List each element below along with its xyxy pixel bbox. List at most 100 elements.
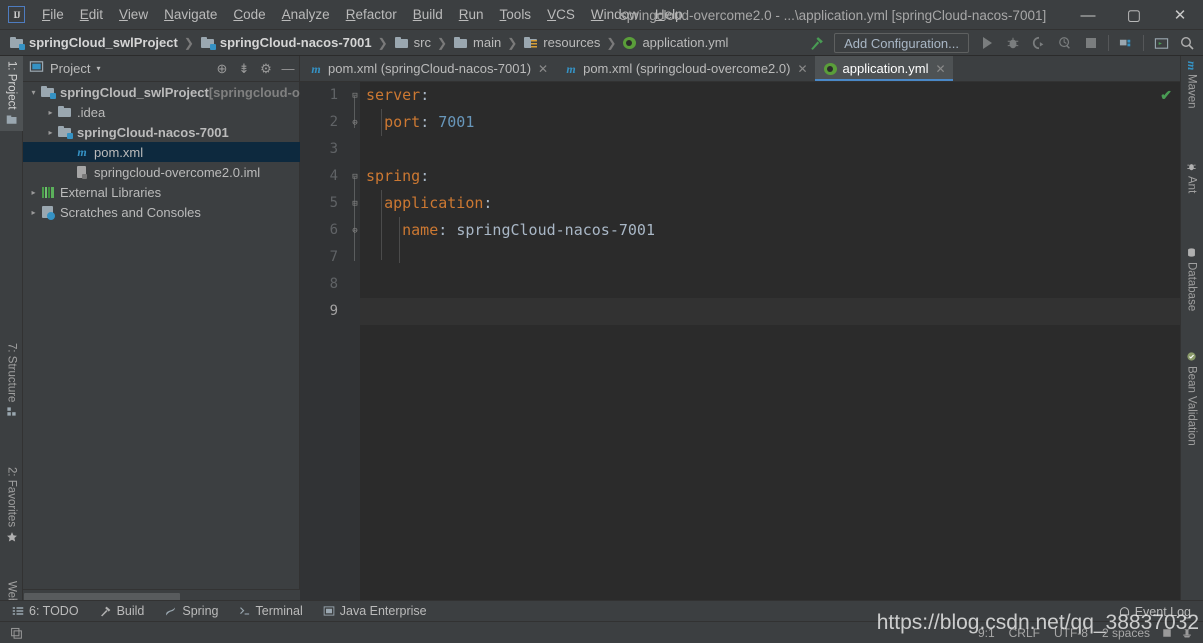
menu-item-navigate[interactable]: Navigate (156, 3, 225, 26)
run-icon[interactable] (975, 32, 999, 54)
module-icon (9, 35, 25, 51)
breadcrumb-item-5[interactable]: application.yml (619, 33, 731, 53)
menu-item-file[interactable]: File (34, 3, 72, 26)
chevron-down-icon[interactable]: ▾ (27, 88, 40, 97)
editor-tab-2[interactable]: application.yml ✕ (814, 56, 953, 81)
bottom-tool-terminal[interactable]: Terminal (231, 602, 311, 620)
tree-node-label: springCloud_swlProject (60, 84, 209, 100)
menu-item-build[interactable]: Build (405, 3, 451, 26)
project-tree[interactable]: ▾ springCloud_swlProject [springcloud-ov ▸… (23, 82, 300, 585)
close-button[interactable]: ✕ (1157, 0, 1203, 30)
bottom-tool-spring[interactable]: Spring (156, 602, 226, 620)
file-encoding[interactable]: UTF-8 (1047, 624, 1095, 642)
debug-icon[interactable] (1001, 32, 1025, 54)
minimize-button[interactable]: — (1065, 0, 1111, 30)
code-folding-marker[interactable]: ⊟ (350, 82, 360, 109)
hide-icon[interactable]: — (277, 58, 299, 80)
maximize-button[interactable]: ▢ (1111, 0, 1157, 30)
tree-node[interactable]: ▸ Scratches and Consoles (23, 202, 300, 222)
left-tool-tab-project[interactable]: 1: Project (0, 56, 23, 131)
indent-setting[interactable]: 2 spaces (1095, 624, 1157, 642)
close-icon[interactable]: ✕ (797, 62, 807, 76)
inspection-status-icon[interactable]: ✔ (1160, 87, 1172, 104)
code-folding-marker[interactable]: ⊟ (350, 163, 360, 190)
database-icon (1186, 247, 1198, 258)
module-icon (57, 124, 73, 140)
code-line[interactable]: port: 7001 (360, 109, 1180, 136)
code-line[interactable] (360, 271, 1180, 298)
bottom-tool-javaenterprise[interactable]: Java Enterprise (315, 602, 435, 620)
tree-node[interactable]: springcloud-overcome2.0.iml (23, 162, 300, 182)
search-everywhere-icon[interactable] (1175, 32, 1199, 54)
close-icon[interactable]: ✕ (538, 62, 548, 76)
menu-item-code[interactable]: Code (225, 3, 273, 26)
locate-icon[interactable]: ⊕ (211, 58, 233, 80)
editor-tab-1[interactable]: m pom.xml (springcloud-overcome2.0) ✕ (555, 56, 814, 81)
close-icon[interactable]: ✕ (936, 62, 946, 76)
line-separator[interactable]: CRLF (1002, 624, 1047, 642)
chevron-right-icon[interactable]: ▸ (27, 208, 40, 217)
code-line[interactable] (360, 244, 1180, 271)
editor-tab-label: pom.xml (springCloud-nacos-7001) (328, 61, 532, 76)
code-content[interactable]: server: port: 7001 spring: application: n… (360, 82, 1180, 603)
bottom-tool-build[interactable]: Build (91, 602, 153, 620)
menu-item-refactor[interactable]: Refactor (338, 3, 405, 26)
read-only-toggle-icon[interactable] (1157, 624, 1177, 642)
terminal-icon[interactable] (1149, 32, 1173, 54)
code-folding-marker[interactable]: ⊟ (350, 190, 360, 217)
tree-node[interactable]: ▸ External Libraries (23, 182, 300, 202)
left-tool-tab-structure[interactable]: 7: Structure (0, 338, 23, 422)
code-line[interactable] (360, 298, 1180, 325)
profiler-icon[interactable] (1053, 32, 1077, 54)
code-line[interactable]: name: springCloud-nacos-7001 (360, 217, 1180, 244)
tree-node[interactable]: ▾ springCloud_swlProject [springcloud-ov (23, 82, 300, 102)
breadcrumb-item-4[interactable]: resources (520, 33, 603, 53)
collapse-all-icon[interactable]: ⇟ (233, 58, 255, 80)
run-with-coverage-icon[interactable] (1027, 32, 1051, 54)
breadcrumb-item-3[interactable]: main (450, 33, 504, 53)
menu-item-edit[interactable]: Edit (72, 3, 111, 26)
line-number: 6 (329, 222, 338, 238)
build-hammer-icon[interactable] (804, 32, 828, 54)
menu-item-analyze[interactable]: Analyze (274, 3, 338, 26)
left-tool-tab-favorites[interactable]: 2: Favorites (0, 462, 23, 548)
menu-item-view[interactable]: View (111, 3, 156, 26)
chevron-right-icon[interactable]: ▸ (27, 188, 40, 197)
editor-gutter[interactable]: 1 ⊟ 2 ⊖ 3 4 ⊟ 5 ⊟ 6 ⊖ 7 8 9 (300, 82, 360, 603)
right-tool-tab-maven[interactable]: m Maven (1180, 56, 1203, 114)
tree-node[interactable]: m pom.xml (23, 142, 300, 162)
code-folding-marker[interactable]: ⊖ (350, 109, 360, 136)
menu-item-tools[interactable]: Tools (492, 3, 540, 26)
project-icon (6, 114, 18, 126)
add-configuration-button[interactable]: Add Configuration... (834, 33, 969, 53)
inspection-profile-icon[interactable] (1177, 624, 1197, 642)
event-log-button[interactable]: Event Log (1114, 603, 1195, 621)
breadcrumb-item-0[interactable]: springCloud_swlProject (6, 33, 181, 53)
menu-item-run[interactable]: Run (451, 3, 492, 26)
breadcrumb-item-2[interactable]: src (391, 33, 434, 53)
toggle-toolbar-icon[interactable] (6, 624, 26, 642)
code-line[interactable]: spring: (360, 163, 1180, 190)
chevron-right-icon[interactable]: ▸ (44, 128, 57, 137)
chevron-right-icon[interactable]: ▸ (44, 108, 57, 117)
code-folding-marker[interactable]: ⊖ (350, 217, 360, 244)
tree-node[interactable]: ▸ .idea (23, 102, 300, 122)
settings-gear-icon[interactable]: ⚙ (255, 58, 277, 80)
code-token: : (420, 113, 439, 131)
editor-tab-0[interactable]: m pom.xml (springCloud-nacos-7001) ✕ (300, 56, 555, 81)
chevron-down-icon[interactable]: ▾ (96, 64, 100, 73)
bottom-tool-todo[interactable]: 6: TODO (4, 602, 87, 620)
breadcrumb-item-1[interactable]: springCloud-nacos-7001 (197, 33, 375, 53)
right-tool-tab-beanvalidation[interactable]: Bean Validation (1180, 346, 1203, 451)
code-line[interactable] (360, 136, 1180, 163)
code-editor[interactable]: 1 ⊟ 2 ⊖ 3 4 ⊟ 5 ⊟ 6 ⊖ 7 8 9 server: port: 7001 spring:… (300, 82, 1180, 603)
code-line[interactable]: server: (360, 82, 1180, 109)
right-tool-tab-ant[interactable]: Ant (1180, 156, 1203, 198)
right-tool-tab-database[interactable]: Database (1180, 242, 1203, 316)
menu-item-vcs[interactable]: VCS (539, 3, 583, 26)
code-line[interactable]: application: (360, 190, 1180, 217)
tree-node[interactable]: ▸ springCloud-nacos-7001 (23, 122, 300, 142)
caret-position[interactable]: 9:1 (971, 624, 1002, 642)
project-structure-icon[interactable] (1114, 32, 1138, 54)
stop-icon[interactable] (1079, 32, 1103, 54)
